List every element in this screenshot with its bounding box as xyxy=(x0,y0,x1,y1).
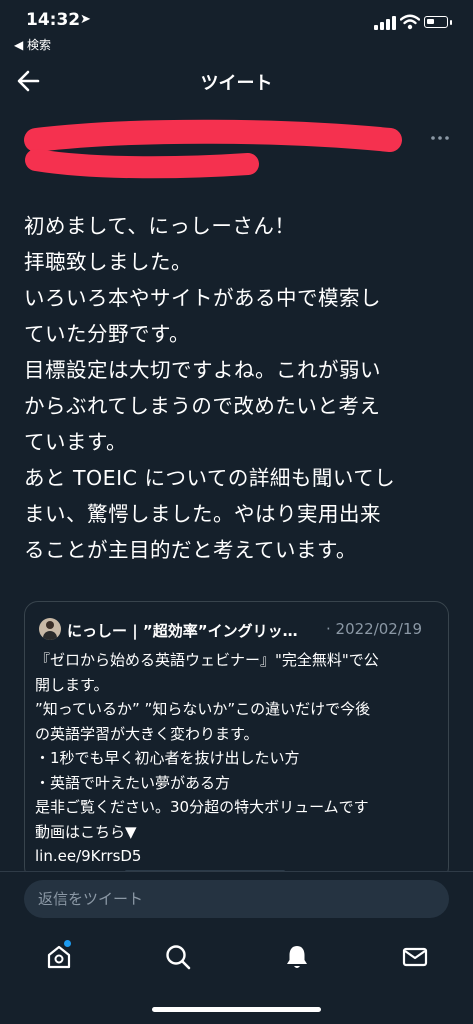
quote-line: の英語学習が大きく変わります。 xyxy=(35,724,259,743)
tweet-line: からぶれてしまうので改めたいと考え xyxy=(24,394,381,418)
reply-input[interactable]: 返信をツイート xyxy=(24,880,449,918)
tweet-line: ることが主目的だと考えています。 xyxy=(24,538,357,562)
battery-tip xyxy=(450,20,452,25)
search-icon[interactable] xyxy=(163,942,193,972)
notifications-icon[interactable] xyxy=(282,942,312,972)
quoted-tweet[interactable]: にっしー | ”超効率”イングリッ… · 2022/02/19 『ゼロから始める… xyxy=(24,601,449,881)
tweet-line: ていた分野です。 xyxy=(24,322,190,346)
quote-link[interactable]: lin.ee/9KrrsD5 xyxy=(35,844,440,869)
avatar[interactable] xyxy=(39,618,61,640)
tweet-line: いろいろ本やサイトがある中で模索し xyxy=(24,286,381,310)
back-to-search-link[interactable]: ◀ 検索 xyxy=(14,36,51,53)
home-icon[interactable] xyxy=(44,942,74,972)
messages-icon[interactable] xyxy=(400,942,430,972)
location-arrow-icon: ➤ xyxy=(80,12,91,27)
quote-line: 動画はこちら▼ xyxy=(35,822,137,841)
quoted-tweet-text: 『ゼロから始める英語ウェビナー』"完全無料"で公 開します。 ”知っているか” … xyxy=(35,648,440,869)
home-indicator xyxy=(152,1007,321,1012)
cellular-signal-icon xyxy=(374,16,396,30)
quoted-tweet-date: · 2022/02/19 xyxy=(326,620,422,638)
quote-line: ・1秒でも早く初心者を抜け出したい方 xyxy=(35,749,300,767)
status-bar: 14:32 ➤ ◀ 検索 xyxy=(0,0,473,56)
tweet-line: まい、驚愕しました。やはり実用出来 xyxy=(24,502,381,526)
redaction-scribble xyxy=(24,119,402,179)
quoted-author-name[interactable]: にっしー | ”超効率”イングリッ… xyxy=(67,620,298,641)
tweet-line: 初めまして、にっしーさん！ xyxy=(24,214,296,238)
header: ツイート xyxy=(0,56,473,106)
more-options-icon[interactable] xyxy=(428,126,452,150)
tweet-line: 拝聴致しました。 xyxy=(24,250,192,274)
page-title: ツイート xyxy=(200,73,273,94)
tweet-line: 目標設定は大切ですよね。これが弱い xyxy=(24,358,381,382)
quote-line: 是非ご覧ください。30分超の特大ボリュームです xyxy=(35,798,369,816)
quote-line: 開します。 xyxy=(35,675,109,694)
wifi-icon xyxy=(400,14,420,30)
quote-line: ”知っているか” ”知らないか”この違いだけで今後 xyxy=(35,700,371,718)
notification-dot xyxy=(64,940,71,947)
quoted-tweet-header: にっしー | ”超効率”イングリッ… · 2022/02/19 xyxy=(39,618,439,642)
tweet-line: ています。 xyxy=(24,430,127,454)
tweet-text: 初めまして、にっしーさん！ 拝聴致しました。 いろいろ本やサイトがある中で模索し… xyxy=(24,208,464,568)
status-time: 14:32 xyxy=(26,10,81,30)
quote-line: 『ゼロから始める英語ウェビナー』"完全無料"で公 xyxy=(35,651,379,669)
tweet-line: あと TOEIC についての詳細も聞いてし xyxy=(24,466,396,490)
quote-line: ・英語で叶えたい夢がある方 xyxy=(35,773,231,792)
battery-icon xyxy=(424,16,448,28)
